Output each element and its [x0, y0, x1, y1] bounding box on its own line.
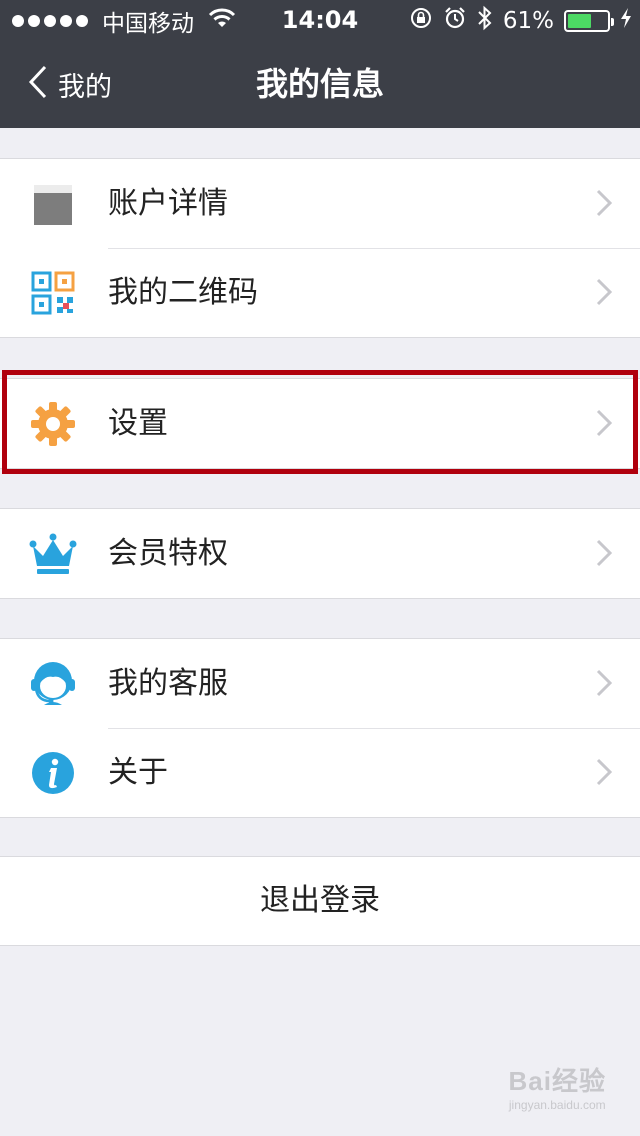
menu-item-label: 账户详情 [108, 186, 228, 221]
status-bar: 中国移动 14:04 61% [0, 0, 640, 40]
battery-level-fill [568, 14, 592, 28]
qr-code-icon [28, 268, 78, 318]
alarm-icon [443, 6, 467, 36]
settings-group: 设置 [0, 378, 640, 469]
gear-icon [28, 399, 78, 449]
watermark-brand: Bai经验 [508, 1066, 606, 1096]
chevron-right-icon [596, 539, 613, 567]
top-header: 中国移动 14:04 61% 我的 我的信息 [0, 0, 640, 128]
menu-item-customer-service[interactable]: 我的客服 [0, 639, 640, 728]
battery-cap [611, 18, 614, 26]
watermark: Bai经验 jingyan.baidu.com [509, 1061, 606, 1112]
watermark-url: jingyan.baidu.com [508, 1098, 606, 1112]
info-icon [28, 748, 78, 798]
status-bar-right: 61% [409, 5, 632, 37]
menu-item-label: 我的二维码 [108, 275, 258, 310]
page-title: 我的信息 [255, 65, 384, 103]
charging-icon [620, 7, 632, 35]
customer-service-icon [28, 659, 78, 709]
account-group: 账户详情 我的二维码 [0, 158, 640, 338]
menu-item-qr-code[interactable]: 我的二维码 [0, 248, 640, 337]
chevron-right-icon [596, 189, 613, 217]
menu-item-label: 设置 [108, 406, 168, 441]
menu-item-settings[interactable]: 设置 [0, 379, 640, 468]
menu-item-membership[interactable]: 会员特权 [0, 509, 640, 598]
bluetooth-icon [477, 5, 493, 37]
logout-button[interactable]: 退出登录 [0, 856, 640, 946]
battery-percent: 61% [502, 8, 554, 34]
support-group: 我的客服 关于 [0, 638, 640, 818]
battery-icon [564, 10, 614, 32]
avatar [28, 179, 78, 229]
menu-item-label: 会员特权 [108, 536, 228, 571]
chevron-right-icon [596, 278, 613, 306]
crown-icon [28, 529, 78, 579]
rotation-lock-icon [409, 6, 433, 36]
menu-item-label: 关于 [108, 755, 168, 790]
menu-item-account-details[interactable]: 账户详情 [0, 159, 640, 248]
chevron-right-icon [596, 758, 613, 786]
chevron-right-icon [596, 409, 613, 437]
membership-group: 会员特权 [0, 508, 640, 599]
menu-item-about[interactable]: 关于 [0, 728, 640, 817]
chevron-right-icon [596, 669, 613, 697]
menu-item-label: 我的客服 [108, 666, 228, 701]
